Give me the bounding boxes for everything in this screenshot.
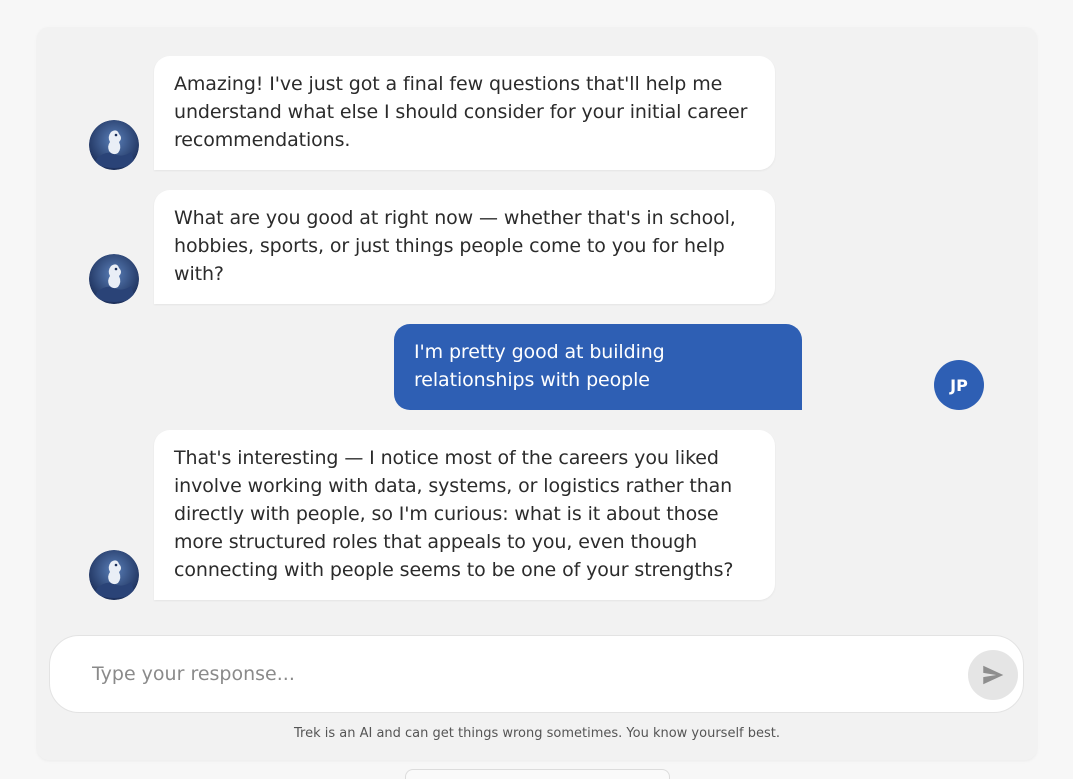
ai-disclaimer: Trek is an AI and can get things wrong s…	[293, 726, 781, 741]
message-text: I'm pretty good at building relationship…	[414, 341, 665, 391]
bot-avatar	[89, 550, 139, 600]
trek-mascot-avatar-icon	[89, 120, 139, 170]
composer	[49, 635, 1024, 713]
trek-mascot-avatar-icon	[89, 254, 139, 304]
trek-mascot-avatar-icon	[89, 550, 139, 600]
bottom-tab-edge	[405, 769, 670, 779]
bot-message: Amazing! I've just got a final few quest…	[154, 56, 775, 170]
chat-panel: Amazing! I've just got a final few quest…	[37, 27, 1037, 760]
message-text: What are you good at right now — whether…	[174, 207, 736, 285]
user-message: I'm pretty good at building relationship…	[394, 324, 802, 410]
send-button[interactable]	[968, 650, 1018, 700]
user-avatar: JP	[934, 360, 984, 410]
bot-message: What are you good at right now — whether…	[154, 190, 775, 304]
message-text: Amazing! I've just got a final few quest…	[174, 73, 748, 151]
message-text: That's interesting — I notice most of th…	[174, 447, 734, 581]
bot-message: That's interesting — I notice most of th…	[154, 430, 775, 600]
bot-avatar	[89, 120, 139, 170]
send-icon	[983, 665, 1004, 685]
bot-avatar	[89, 254, 139, 304]
response-input[interactable]	[92, 656, 952, 692]
